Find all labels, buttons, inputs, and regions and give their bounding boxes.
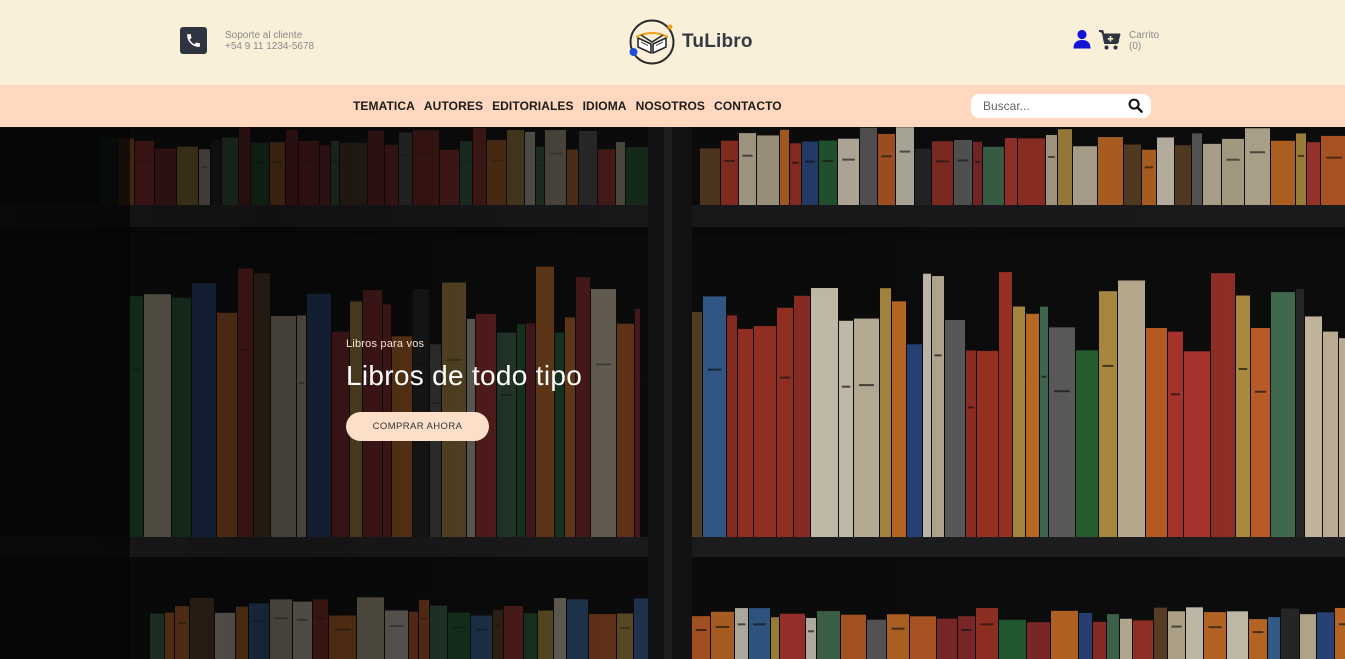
hero-banner: Libros para vos Libros de todo tipo COMP…: [0, 127, 1345, 659]
menu-item-nosotros[interactable]: NOSOTROS: [636, 99, 705, 113]
menu-item-editoriales[interactable]: EDITORIALES: [492, 99, 574, 113]
menu-item-autores[interactable]: AUTORES: [424, 99, 483, 113]
user-icon[interactable]: [1072, 29, 1092, 49]
support-label: Soporte al cliente: [225, 29, 303, 41]
search-box: [971, 94, 1151, 118]
cart-count: (0): [1129, 41, 1142, 52]
cart-summary[interactable]: Carrito (0): [1129, 30, 1159, 52]
cart-label: Carrito: [1129, 30, 1160, 41]
nav-bar: TEMATICA AUTORES EDITORIALES IDIOMA NOSO…: [0, 85, 1345, 127]
brand-name: TuLibro: [682, 31, 753, 52]
book-logo-icon: [629, 19, 675, 65]
cart-icon[interactable]: [1098, 29, 1122, 51]
buy-now-button[interactable]: COMPRAR AHORA: [346, 412, 489, 441]
menu-item-contacto[interactable]: CONTACTO: [714, 99, 782, 113]
main-menu: TEMATICA AUTORES EDITORIALES IDIOMA NOSO…: [353, 85, 791, 127]
brand-logo[interactable]: TuLibro: [628, 18, 753, 66]
phone-icon: [180, 27, 207, 54]
search-icon[interactable]: [1128, 98, 1143, 113]
hero-eyebrow: Libros para vos: [346, 338, 425, 350]
hero-overlay: [0, 127, 1345, 659]
top-header: Soporte al cliente +54 9 11 1234-5678 Tu…: [0, 0, 1345, 85]
search-input[interactable]: [983, 99, 1123, 113]
hero-title: Libros de todo tipo: [346, 360, 583, 391]
support-phone: +54 9 11 1234-5678: [225, 40, 315, 52]
hero-content: Libros para vos Libros de todo tipo COMP…: [346, 338, 582, 441]
customer-support[interactable]: Soporte al cliente +54 9 11 1234-5678: [180, 27, 314, 54]
menu-item-idioma[interactable]: IDIOMA: [583, 99, 627, 113]
menu-item-tematica[interactable]: TEMATICA: [353, 99, 415, 113]
support-info: Soporte al cliente +54 9 11 1234-5678: [225, 30, 314, 52]
